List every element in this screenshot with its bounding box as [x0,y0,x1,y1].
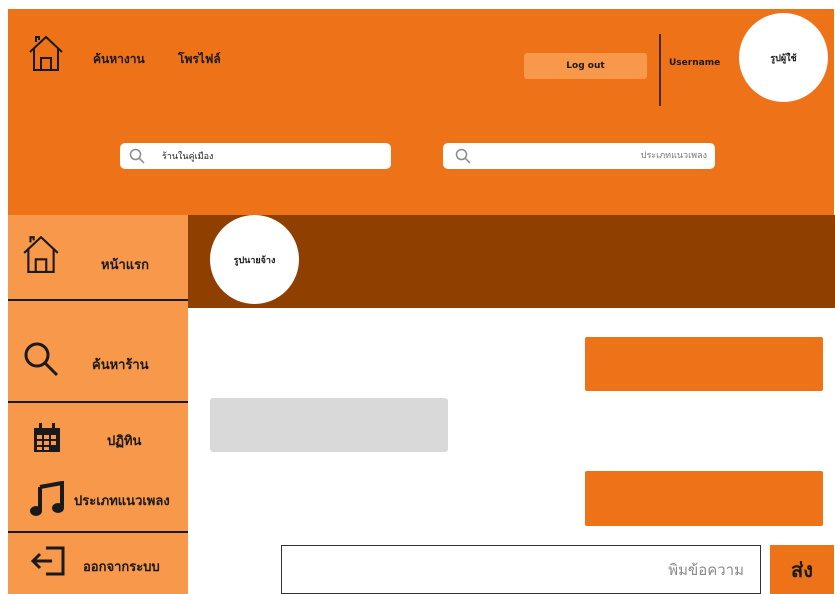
outgoing-message-bubble [585,337,823,391]
sidebar-item-label: ออกจากระบบ [83,560,160,575]
sidebar-item-label: ค้นหาร้าน [92,358,149,373]
send-button[interactable]: ส่ง [770,545,834,594]
music-icon[interactable] [30,480,64,521]
search-icon [23,341,61,383]
username-label: Username [669,58,721,68]
message-input[interactable] [302,560,746,580]
employer-avatar[interactable]: รูปนายจ้าง [210,215,299,304]
search-icon [455,148,471,168]
outgoing-message-bubble [585,471,823,526]
user-avatar[interactable]: รูปผู้ใช้ [739,13,828,102]
genre-search-input[interactable] [483,148,707,164]
top-header [8,9,834,215]
genre-search-bar [443,143,715,169]
sidebar-item-label: หน้าแรก [101,258,149,273]
logout-icon [30,546,66,580]
shop-search-input[interactable] [162,148,382,164]
sidebar-item-logout[interactable]: ออกจากระบบ [8,533,188,594]
incoming-message-bubble [210,398,448,452]
calendar-icon[interactable] [33,423,61,457]
home-icon[interactable] [27,34,65,76]
shop-search-bar [120,143,391,169]
sidebar-item-genre[interactable]: ประเภทแนวเพลง [74,490,170,511]
header-divider [659,34,661,106]
nav-find-job[interactable]: ค้นหางาน [93,50,145,69]
search-icon [129,148,145,168]
sidebar-item-calendar[interactable]: ปฏิทิน [107,430,141,451]
message-box [281,545,761,594]
sidebar-item-home[interactable]: หน้าแรก [8,215,188,299]
sidebar-item-search-shop[interactable]: ค้นหาร้าน [8,301,188,401]
home-icon [21,234,61,278]
nav-profile[interactable]: โพรไฟล์ [178,50,221,69]
logout-button[interactable]: Log out [524,53,647,79]
